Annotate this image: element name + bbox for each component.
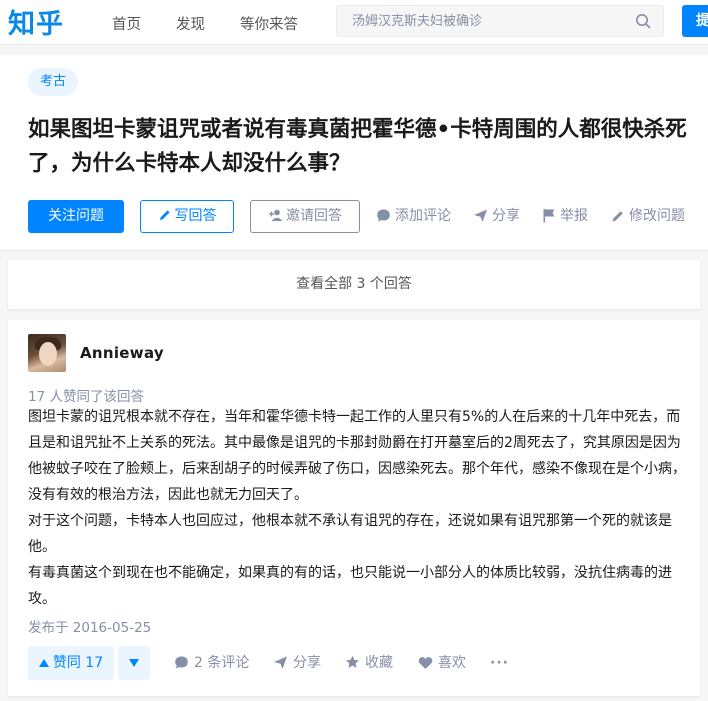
follow-question-label: 关注问题: [48, 208, 104, 224]
follow-question-button[interactable]: 关注问题: [28, 200, 124, 233]
search-box: [336, 5, 664, 37]
nav-home[interactable]: 首页: [112, 13, 141, 34]
edit-question-button[interactable]: 修改问题: [611, 200, 685, 233]
write-answer-button[interactable]: 写回答: [140, 200, 234, 233]
nav-waiting-answers[interactable]: 等你来答: [240, 13, 298, 34]
zhihu-logo[interactable]: 知乎: [8, 2, 64, 41]
write-answer-label: 写回答: [174, 208, 217, 224]
search-input[interactable]: [352, 6, 622, 36]
like-label: 喜欢: [438, 655, 466, 671]
add-comment-label: 添加评论: [395, 208, 451, 224]
question-title: 如果图坦卡蒙诅咒或者说有毒真菌把霍华德•卡特周围的人都很快杀死了，为什么卡特本人…: [28, 117, 687, 176]
avatar[interactable]: [28, 334, 66, 372]
add-user-icon: [269, 209, 283, 221]
comments-button[interactable]: 2 条评论: [174, 646, 249, 680]
share-answer-label: 分享: [293, 655, 321, 671]
question-header: 考古 如果图坦卡蒙诅咒或者说有毒真菌把霍华德•卡特周围的人都很快杀死了，为什么卡…: [0, 55, 708, 251]
like-button[interactable]: 喜欢: [418, 646, 466, 680]
more-icon: ···: [490, 655, 509, 671]
star-icon: [346, 655, 359, 668]
collect-button[interactable]: 收藏: [345, 646, 393, 680]
answer-paragraph: 图坦卡蒙的诅咒根本就不存在，当年和霍华德卡特一起工作的人里只有5%的人在后来的十…: [28, 409, 686, 503]
author-name[interactable]: Annieway: [80, 344, 164, 362]
invite-answer-button[interactable]: 邀请回答: [250, 200, 360, 233]
flag-icon: [543, 209, 555, 223]
collect-label: 收藏: [365, 655, 393, 671]
upvote-button[interactable]: 赞同 17: [28, 646, 114, 680]
answer-paragraph: 有毒真菌这个到现在也不能确定，如果真的有的话，也只能说一小部分人的体质比较弱，没…: [28, 565, 672, 607]
edit-question-label: 修改问题: [629, 208, 685, 224]
answer-card: Annieway 17 人赞同了该回答 图坦卡蒙的诅咒根本就不存在，当年和霍华德…: [8, 320, 700, 696]
ask-question-button[interactable]: 提问: [682, 5, 708, 37]
answer-content: 图坦卡蒙的诅咒根本就不存在，当年和霍华德卡特一起工作的人里只有5%的人在后来的十…: [28, 404, 690, 612]
top-navbar: 知乎 首页 发现 等你来答 提问: [0, 0, 708, 45]
nav-explore[interactable]: 发现: [176, 13, 205, 34]
report-label: 举报: [560, 208, 588, 224]
answer-paragraph: 对于这个问题，卡特本人也回应过，他根本就不承认有诅咒的存在，还说如果有诅咒那第一…: [28, 513, 672, 555]
comment-icon: [175, 656, 188, 669]
share-question-label: 分享: [492, 208, 520, 224]
publish-date[interactable]: 发布于 2016-05-25: [28, 616, 151, 636]
upvote-label: 赞同 17: [52, 655, 104, 671]
report-button[interactable]: 举报: [542, 200, 588, 233]
vote-count-text: 17 人赞同了该回答: [28, 389, 144, 405]
comment-icon: [377, 209, 390, 222]
comments-label: 2 条评论: [194, 655, 250, 671]
share-icon: [474, 209, 487, 222]
heart-icon: [418, 657, 433, 669]
downvote-button[interactable]: [118, 646, 150, 680]
add-comment-button[interactable]: 添加评论: [376, 200, 451, 233]
triangle-down-icon: [129, 659, 139, 667]
search-icon[interactable]: [635, 13, 651, 29]
topic-tag[interactable]: 考古: [28, 68, 79, 96]
view-all-answers-link[interactable]: 查看全部 3 个回答: [8, 260, 700, 309]
share-icon: [274, 656, 287, 669]
triangle-up-icon: [38, 659, 49, 667]
share-question-button[interactable]: 分享: [473, 200, 520, 233]
edit-pencil-icon: [612, 211, 623, 222]
more-options-button[interactable]: ···: [490, 646, 509, 680]
share-answer-button[interactable]: 分享: [273, 646, 321, 680]
invite-answer-label: 邀请回答: [286, 208, 342, 224]
pencil-icon: [159, 210, 170, 220]
